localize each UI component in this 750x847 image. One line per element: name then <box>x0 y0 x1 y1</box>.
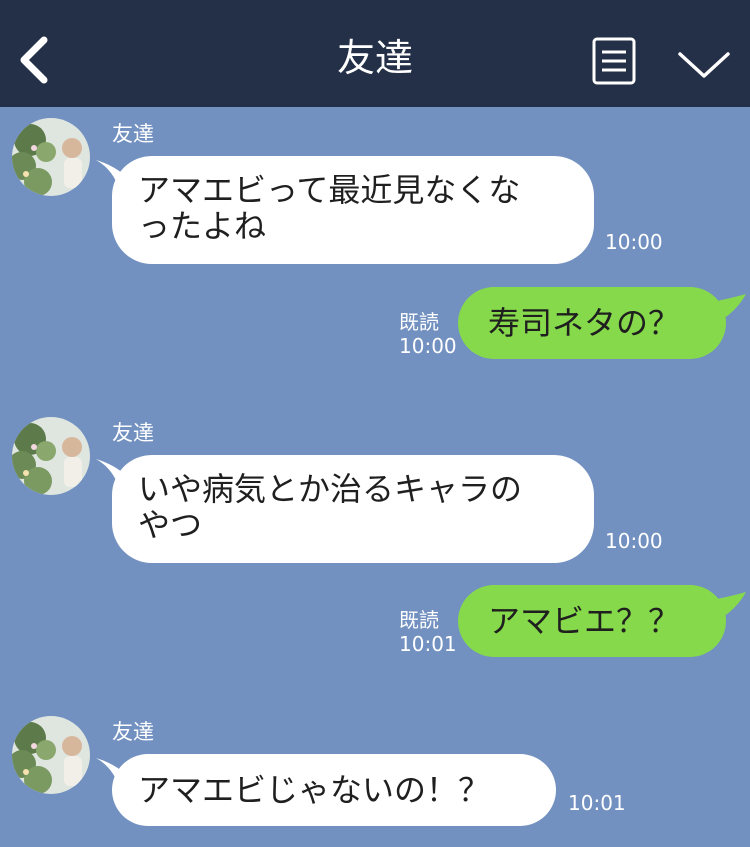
message-line: やつ <box>138 506 203 544</box>
read-receipt: 既読 <box>399 310 439 334</box>
list-icon <box>592 37 636 85</box>
message-time: 10:01 <box>568 791 626 815</box>
message-meta: 既読 10:01 <box>399 608 457 656</box>
dropdown-button[interactable] <box>676 44 732 84</box>
sender-name: 友達 <box>112 421 154 445</box>
menu-button[interactable] <box>590 36 638 86</box>
message-line: いや病気とか治るキャラの <box>138 470 523 508</box>
avatar[interactable] <box>12 417 90 495</box>
chevron-down-icon <box>678 52 730 78</box>
message-bubble[interactable]: アマビエ？？ <box>458 585 726 657</box>
read-receipt: 既読 <box>399 608 439 632</box>
message-text: 寿司ネタの？ <box>488 304 681 342</box>
bubble-tail <box>712 294 746 322</box>
message-time: 10:00 <box>605 529 663 553</box>
message-bubble[interactable]: アマエビじゃないの！？ <box>112 754 556 826</box>
message-line: アマエビじゃないの！？ <box>138 771 491 809</box>
avatar[interactable] <box>12 118 90 196</box>
sender-name: 友達 <box>112 122 154 146</box>
message-time: 10:00 <box>605 230 663 254</box>
sender-name: 友達 <box>112 720 154 744</box>
message-line: アマエビって最近見なくな <box>138 171 521 209</box>
message-time: 10:00 <box>399 334 457 358</box>
avatar[interactable] <box>12 716 90 794</box>
message-meta: 既読 10:00 <box>399 310 457 358</box>
message-bubble[interactable]: アマエビって最近見なくな ったよね <box>112 156 594 264</box>
message-bubble[interactable]: いや病気とか治るキャラの やつ <box>112 455 594 563</box>
bubble-tail <box>712 592 746 620</box>
chat-header: 友達 <box>0 0 750 107</box>
message-line: ったよね <box>138 207 267 245</box>
message-bubble[interactable]: 寿司ネタの？ <box>458 287 726 359</box>
message-time: 10:01 <box>399 632 457 656</box>
message-text: アマビエ？？ <box>488 602 681 640</box>
